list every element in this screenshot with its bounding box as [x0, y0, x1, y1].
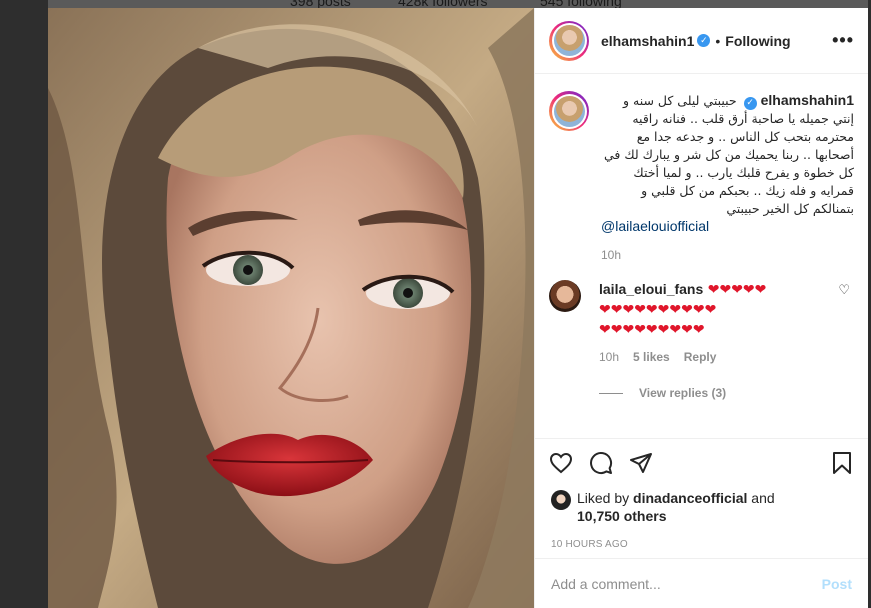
post-actions-section: Liked by dinadanceofficial and 10,750 ot… [535, 438, 868, 550]
comment-bubble-icon[interactable] [589, 451, 613, 475]
comment-text-line1: ❤❤❤❤❤ [707, 282, 767, 298]
likes-and-label: and [751, 490, 775, 506]
commenter-username-link[interactable]: laila_eloui_fans [599, 281, 703, 297]
comment-text-line3: ❤❤❤❤❤❤❤❤❤ [599, 322, 705, 338]
modal-backdrop-left[interactable] [0, 0, 48, 608]
caption-time[interactable]: 10h [601, 248, 854, 262]
caption-text: elhamshahin1 ✓ حبيبتي ليلى كل سنه و إنتي… [601, 91, 854, 218]
like-heart-icon[interactable] [549, 451, 573, 475]
caption: elhamshahin1 ✓ حبيبتي ليلى كل سنه و إنتي… [549, 91, 854, 262]
caption-username-link[interactable]: elhamshahin1 [761, 92, 854, 108]
post-timestamp[interactable]: 10 HOURS AGO [535, 539, 868, 550]
share-paper-plane-icon[interactable] [629, 451, 653, 475]
comment-text-line2: ❤❤❤❤❤❤❤❤❤❤ [599, 302, 717, 318]
comment-likes-link[interactable]: 5 likes [633, 350, 670, 364]
comment-time[interactable]: 10h [599, 350, 619, 364]
likes-summary: Liked by dinadanceofficial and 10,750 ot… [535, 489, 868, 525]
comment-item: laila_eloui_fans ❤❤❤❤❤ ❤❤❤❤❤❤❤❤❤❤ ❤❤❤❤❤❤… [549, 280, 854, 364]
author-avatar[interactable] [549, 20, 589, 61]
liked-by-label: Liked by [577, 490, 630, 506]
caption-body-text: حبيبتي ليلى كل سنه و إنتي جميله يا صاحبة… [603, 93, 854, 216]
comments-scroll-area[interactable]: elhamshahin1 ✓ حبيبتي ليلى كل سنه و إنتي… [535, 75, 868, 437]
background-profile-stats: 398 posts 428k followers 545 following [0, 0, 871, 8]
posts-count: 398 posts [290, 0, 351, 8]
comment-meta: 10h 5 likes Reply [599, 350, 819, 364]
post-side-panel: elhamshahin1 ✓ • Following ••• elhamshah… [534, 8, 868, 608]
verified-badge-icon: ✓ [743, 97, 757, 110]
following-button[interactable]: Following [725, 33, 790, 49]
likes-text: Liked by dinadanceofficial and 10,750 ot… [577, 489, 775, 525]
comment-input[interactable] [551, 575, 822, 592]
mention-link[interactable]: @lailaelouiofficial [601, 218, 854, 234]
save-bookmark-icon[interactable] [830, 451, 854, 475]
add-comment-bar: Post [535, 558, 868, 608]
author-username-link[interactable]: elhamshahin1 [601, 33, 694, 49]
post-comment-button[interactable]: Post [822, 576, 852, 592]
action-bar [535, 439, 868, 487]
replies-divider-line [599, 392, 623, 394]
more-options-icon[interactable]: ••• [832, 30, 854, 51]
reply-button[interactable]: Reply [684, 350, 717, 364]
separator-dot: • [715, 32, 721, 49]
verified-badge-icon: ✓ [697, 34, 711, 47]
caption-avatar[interactable] [549, 91, 589, 131]
commenter-avatar[interactable] [549, 280, 581, 312]
post-photo[interactable] [48, 8, 534, 608]
others-likes-link[interactable]: 10,750 others [577, 508, 667, 524]
liker-avatar[interactable] [551, 490, 571, 510]
view-replies-button[interactable]: View replies (3) [599, 386, 854, 400]
view-replies-label: View replies (3) [639, 386, 727, 400]
post-header: elhamshahin1 ✓ • Following ••• [535, 8, 868, 74]
liker-username-link[interactable]: dinadanceofficial [633, 490, 747, 506]
comment-like-heart-icon[interactable]: ♡ [838, 282, 850, 298]
followers-count: 428k followers [398, 0, 488, 8]
following-count: 545 following [540, 0, 622, 8]
